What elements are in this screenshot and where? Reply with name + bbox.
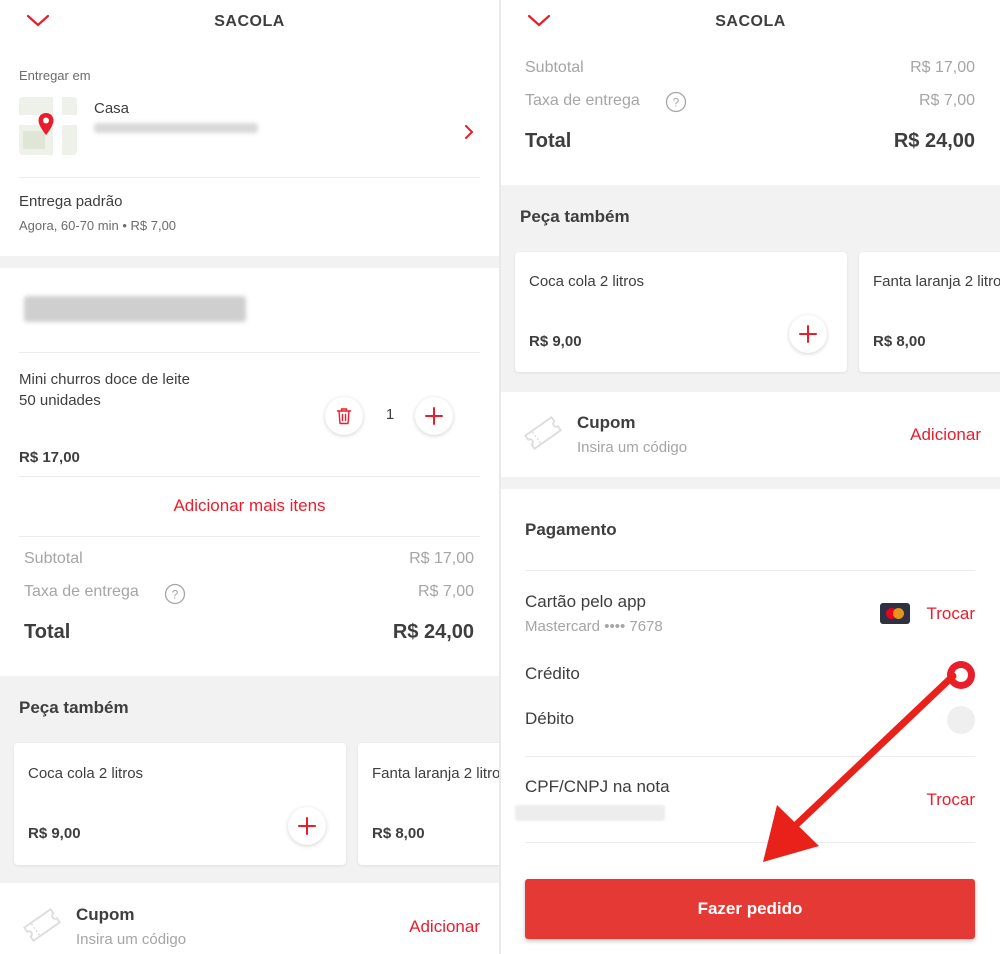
add-more-items-link[interactable]: Adicionar mais itens [0,496,499,516]
svg-text:?: ? [172,588,179,602]
bag-screen-left: SACOLA Entregar em Casa Entrega padrão A… [0,0,499,954]
cpf-value-redacted [515,805,665,821]
page-title: SACOLA [214,13,285,30]
plus-icon [799,325,817,343]
item-name: Mini churros doce de leite [19,371,190,388]
change-payment-link[interactable]: Trocar [881,604,976,624]
suggestion-card[interactable]: Fanta laranja 2 litros R$ 8,00 [358,743,499,865]
section-separator [501,477,1000,489]
coupon-title: Cupom [577,413,636,432]
trash-icon [336,408,352,425]
total-value: R$ 24,00 [893,130,975,152]
credit-radio[interactable] [947,661,975,689]
place-order-button[interactable]: Fazer pedido [525,879,975,939]
suggestion-name: Fanta laranja 2 litros [873,273,1000,290]
total-value: R$ 24,00 [392,621,474,643]
divider [525,756,975,757]
coupon-title: Cupom [76,905,135,924]
suggestion-name: Coca cola 2 litros [28,765,144,782]
suggestions-title: Peça também [19,698,129,717]
total-label: Total [525,130,572,152]
bag-screen-right: SACOLA Subtotal R$ 17,00 Taxa de entrega… [501,0,1000,954]
divider [525,570,975,571]
divider [19,476,480,477]
add-coupon-link[interactable]: Adicionar [841,425,981,445]
chevron-right-icon[interactable] [464,125,474,139]
coupon-subtitle: Insira um código [76,931,187,948]
delivery-fee-label: Taxa de entrega [525,92,640,109]
suggestion-price: R$ 8,00 [873,333,926,350]
restaurant-name-redacted [24,296,246,322]
remove-item-button[interactable] [325,397,363,435]
address-name: Casa [94,100,130,117]
suggestion-price: R$ 8,00 [372,825,425,842]
suggestion-name: Coca cola 2 litros [529,273,645,290]
map-pin-icon [38,113,54,135]
delivery-detail: Agora, 60-70 min • R$ 7,00 [19,218,177,233]
add-suggestion-button[interactable] [288,807,326,845]
delivery-type: Entrega padrão [19,193,123,210]
suggestions-title: Peça também [520,207,630,226]
item-price: R$ 17,00 [19,449,80,466]
subtotal-label: Subtotal [24,550,83,567]
address-street-redacted [94,123,258,133]
svg-text:?: ? [673,96,680,110]
total-label: Total [24,621,71,643]
credit-option-label: Crédito [525,664,580,683]
suggestion-price: R$ 9,00 [28,825,81,842]
deliver-to-label: Entregar em [19,68,91,83]
delivery-fee-value: R$ 7,00 [417,583,474,600]
plus-icon [298,817,316,835]
coupon-icon [524,416,562,450]
increase-quantity-button[interactable] [415,397,453,435]
subtotal-value: R$ 17,00 [910,59,975,76]
suggestion-price: R$ 9,00 [529,333,582,350]
divider [19,177,480,178]
item-quantity-desc: 50 unidades [19,392,101,409]
subtotal-label: Subtotal [525,59,584,76]
add-coupon-link[interactable]: Adicionar [340,917,480,937]
debit-radio[interactable] [947,706,975,734]
plus-icon [425,407,443,425]
card-number: Mastercard •••• 7678 [525,618,663,635]
divider [19,536,480,537]
page-title: SACOLA [715,13,786,30]
divider [525,842,975,843]
suggestion-card[interactable]: Fanta laranja 2 litros R$ 8,00 [859,252,1000,372]
delivery-fee-value: R$ 7,00 [918,92,975,109]
section-separator [0,256,499,268]
coupon-subtitle: Insira um código [577,439,688,456]
payment-title: Pagamento [525,520,617,539]
suggestion-card[interactable]: Coca cola 2 litros R$ 9,00 [515,252,847,372]
item-quantity: 1 [385,406,395,423]
suggestion-card[interactable]: Coca cola 2 litros R$ 9,00 [14,743,346,865]
subtotal-value: R$ 17,00 [409,550,474,567]
cpf-label: CPF/CNPJ na nota [525,777,670,796]
debit-option-label: Débito [525,709,575,728]
payment-method: Cartão pelo app [525,592,646,611]
coupon-icon [23,908,61,942]
map-thumbnail [19,97,77,155]
help-icon[interactable]: ? [164,583,186,605]
divider [19,352,480,353]
change-cpf-link[interactable]: Trocar [881,790,976,810]
delivery-fee-label: Taxa de entrega [24,583,139,600]
suggestion-name: Fanta laranja 2 litros [372,765,499,782]
help-icon[interactable]: ? [665,91,687,113]
add-suggestion-button[interactable] [789,315,827,353]
